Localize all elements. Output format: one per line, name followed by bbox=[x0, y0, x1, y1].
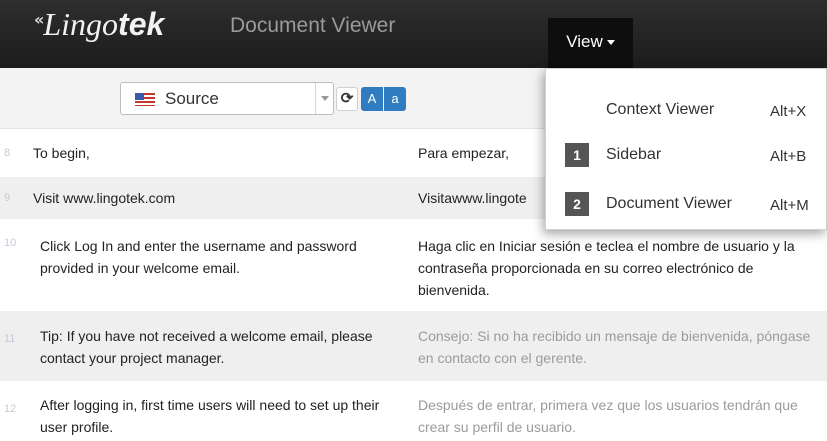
menu-item-label: Sidebar bbox=[606, 146, 662, 163]
segment-number: 9 bbox=[4, 192, 11, 204]
view-menu-button[interactable]: View bbox=[548, 18, 633, 68]
menu-item-shortcut: Alt+M bbox=[770, 197, 809, 214]
segment-target[interactable]: Después de entrar, primera vez que los u… bbox=[418, 394, 823, 438]
app-title: Document Viewer bbox=[230, 14, 396, 37]
segment-number: 11 bbox=[4, 333, 16, 345]
segment-source: To begin, bbox=[33, 145, 90, 161]
segment-target[interactable]: Haga clic en Iniciar sesión e teclea el … bbox=[418, 235, 823, 301]
caret-down-icon bbox=[606, 40, 615, 45]
segment-source: Click Log In and enter the username and … bbox=[40, 238, 357, 276]
top-navbar: « Lingotek Document Viewer View bbox=[0, 0, 827, 68]
segment-number: 8 bbox=[4, 147, 11, 159]
step-badge: 1 bbox=[565, 143, 589, 167]
view-label: View bbox=[566, 32, 603, 51]
segment-source: Visit www.lingotek.com bbox=[33, 190, 176, 206]
refresh-button[interactable]: ⟳ bbox=[336, 87, 358, 111]
logo-mark-icon: « bbox=[34, 10, 44, 29]
font-small-button[interactable]: a bbox=[384, 87, 406, 111]
us-flag-icon bbox=[135, 93, 155, 106]
segment-row[interactable]: 11 Tip: If you have not received a welco… bbox=[0, 311, 827, 381]
menu-item-context-viewer[interactable]: Context Viewer Alt+X bbox=[546, 95, 826, 129]
segment-number: 10 bbox=[4, 237, 17, 249]
menu-item-shortcut: Alt+B bbox=[770, 148, 807, 165]
logo-text: Lingotek bbox=[43, 6, 165, 42]
menu-item-shortcut: Alt+X bbox=[770, 103, 807, 120]
menu-item-label: Context Viewer bbox=[606, 101, 715, 118]
segment-row[interactable]: 10 Click Log In and enter the username a… bbox=[0, 219, 827, 311]
segment-source: After logging in, first time users will … bbox=[40, 397, 380, 435]
language-select-value: Source bbox=[165, 89, 219, 108]
segment-source: Tip: If you have not received a welcome … bbox=[40, 328, 373, 366]
menu-item-document-viewer[interactable]: 2 Document Viewer Alt+M bbox=[546, 189, 826, 223]
refresh-icon: ⟳ bbox=[340, 90, 354, 107]
lingotek-logo[interactable]: « Lingotek bbox=[34, 4, 164, 44]
font-large-button[interactable]: A bbox=[361, 87, 383, 111]
segment-target[interactable]: Consejo: Si no ha recibido un mensaje de… bbox=[418, 325, 823, 369]
chevron-down-icon[interactable] bbox=[315, 83, 333, 114]
segment-number: 12 bbox=[4, 403, 17, 415]
segment-row[interactable]: 12 After logging in, first time users wi… bbox=[0, 381, 827, 441]
view-dropdown-menu: Context Viewer Alt+X 1 Sidebar Alt+B 2 D… bbox=[545, 68, 827, 230]
menu-item-sidebar[interactable]: 1 Sidebar Alt+B bbox=[546, 140, 826, 174]
language-select[interactable]: Source bbox=[120, 82, 334, 115]
menu-item-label: Document Viewer bbox=[606, 195, 732, 212]
step-badge: 2 bbox=[565, 192, 589, 216]
